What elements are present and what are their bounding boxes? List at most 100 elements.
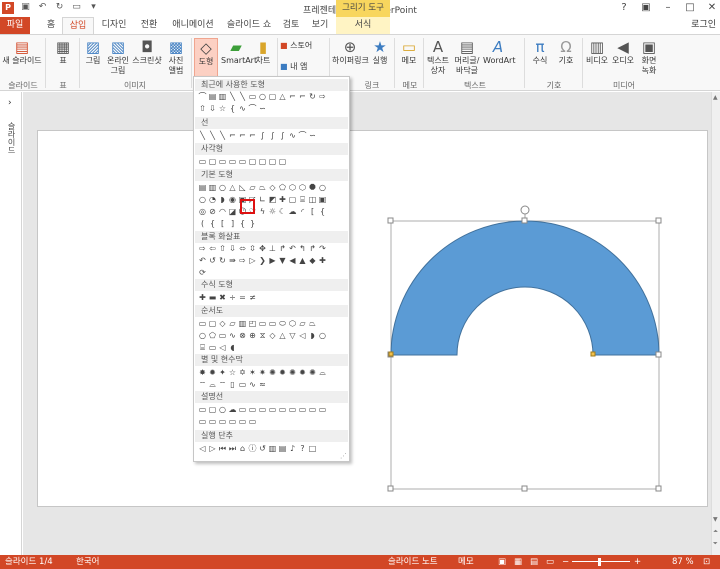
- snip-round-rect-icon[interactable]: ▢: [248, 157, 257, 166]
- curved-ribbon-down-icon[interactable]: ⌔: [218, 380, 227, 389]
- star-icon[interactable]: ☆: [218, 104, 227, 113]
- star10-icon[interactable]: ✺: [268, 368, 277, 377]
- ribbon-down-icon[interactable]: ⌔: [198, 380, 207, 389]
- header-footer-button[interactable]: ▤ 머리글/ 바닥글: [452, 38, 482, 76]
- terminator-icon[interactable]: ⬭: [278, 319, 287, 328]
- equation-button[interactable]: π 수식: [529, 38, 551, 66]
- chord-icon[interactable]: ◗: [218, 195, 227, 204]
- heptagon-icon[interactable]: ⬡: [298, 183, 307, 192]
- resize-handle[interactable]: [521, 485, 528, 492]
- new-slide-button[interactable]: ▤ 새 슬라이드: [2, 38, 42, 66]
- elbow-arrow-icon[interactable]: ⌐: [298, 92, 307, 101]
- magnetic-disk-icon[interactable]: ⌸: [198, 343, 207, 352]
- down-arrow-icon[interactable]: ⇩: [208, 104, 217, 113]
- star16-icon[interactable]: ✺: [288, 368, 297, 377]
- chevron-icon[interactable]: ❯: [258, 256, 267, 265]
- manual-input-icon[interactable]: ▱: [298, 319, 307, 328]
- action-return-icon[interactable]: ↺: [258, 444, 267, 453]
- block-arc-shape[interactable]: [390, 220, 660, 356]
- diagonal-stripe-icon[interactable]: ◩: [268, 195, 277, 204]
- star7-icon[interactable]: ✶: [248, 368, 257, 377]
- summing-junction-icon[interactable]: ⊗: [238, 331, 247, 340]
- picture-button[interactable]: ▨ 그림: [82, 38, 104, 66]
- up-arrow-icon[interactable]: ⇧: [198, 104, 207, 113]
- flowchart-extra-icon[interactable]: ◖: [228, 343, 237, 352]
- login-link[interactable]: 로그인: [691, 17, 716, 34]
- block-arc-icon[interactable]: ◠: [218, 207, 227, 216]
- vertical-textbox-icon[interactable]: ▥: [208, 183, 217, 192]
- comment-button[interactable]: ▭ 메모: [398, 38, 420, 66]
- action-blank-icon[interactable]: □: [308, 444, 317, 453]
- star32-icon[interactable]: ✺: [308, 368, 317, 377]
- rect-callout-icon[interactable]: ▭: [198, 405, 207, 414]
- screenshot-button[interactable]: ◘ 스크린샷: [131, 38, 163, 66]
- textbox-shape-icon[interactable]: ▤: [208, 92, 217, 101]
- bent-up-arrow-icon[interactable]: ↱: [308, 244, 317, 253]
- not-equal-icon[interactable]: ≠: [248, 293, 257, 302]
- action-home-icon[interactable]: ⌂: [238, 444, 247, 453]
- resize-handle[interactable]: [387, 485, 394, 492]
- snip-rect-icon[interactable]: ▭: [238, 157, 247, 166]
- delay-icon[interactable]: ◗: [308, 331, 317, 340]
- reading-view-icon[interactable]: ▤: [530, 555, 538, 569]
- elbow-connector-icon[interactable]: ⌐: [228, 131, 237, 140]
- shapes-button[interactable]: ◇ 도형: [194, 38, 218, 78]
- textbox-shape-icon[interactable]: ▤: [198, 183, 207, 192]
- quad-arrow-icon[interactable]: ✥: [258, 244, 267, 253]
- divide-icon[interactable]: ÷: [228, 293, 237, 302]
- up-callout-arrow-icon[interactable]: ▲: [298, 256, 307, 265]
- collate-icon[interactable]: ⧖: [258, 331, 267, 340]
- left-right-arrow-icon[interactable]: ⬄: [238, 244, 247, 253]
- accent-callout2-icon[interactable]: ▭: [288, 405, 297, 414]
- curved-left-arrow-icon[interactable]: ↶: [198, 256, 207, 265]
- explosion2-icon[interactable]: ✹: [208, 368, 217, 377]
- u-turn-arrow-icon[interactable]: ↶: [288, 244, 297, 253]
- oval-icon[interactable]: ○: [218, 183, 227, 192]
- snip-rect-icon[interactable]: ▭: [218, 157, 227, 166]
- connector-icon[interactable]: ○: [198, 331, 207, 340]
- rounded-rect-icon[interactable]: ▢: [208, 157, 217, 166]
- resize-handle[interactable]: [655, 351, 662, 358]
- multiply-icon[interactable]: ✖: [218, 293, 227, 302]
- multidocument-icon[interactable]: ▭: [268, 319, 277, 328]
- elbow-connector-icon[interactable]: ⌐: [288, 92, 297, 101]
- moon-icon[interactable]: ☾: [278, 207, 287, 216]
- punched-tape-icon[interactable]: ∿: [228, 331, 237, 340]
- or-icon[interactable]: ⊕: [248, 331, 257, 340]
- left-bracket-icon[interactable]: [: [218, 219, 227, 228]
- screen-recording-button[interactable]: ▣ 화면 녹화: [637, 38, 661, 76]
- octagon-icon[interactable]: ⯃: [308, 183, 317, 192]
- up-arrow-icon[interactable]: ⇧: [218, 244, 227, 253]
- circular-arrow-icon[interactable]: ⟳: [198, 268, 207, 277]
- border-callout4-icon[interactable]: ▭: [218, 417, 227, 426]
- double-bracket-icon[interactable]: (: [198, 219, 207, 228]
- double-arrow-line-icon[interactable]: ╲: [218, 131, 227, 140]
- slideshow-view-icon[interactable]: ▭: [546, 555, 554, 569]
- arrow-line-icon[interactable]: ╲: [238, 92, 247, 101]
- oval-callout-icon[interactable]: ○: [218, 405, 227, 414]
- curve-icon[interactable]: ∿: [288, 131, 297, 140]
- down-arrow-icon[interactable]: ⇩: [228, 244, 237, 253]
- cloud-icon[interactable]: ☁: [288, 207, 297, 216]
- resize-handle[interactable]: [521, 217, 528, 224]
- freeform-icon[interactable]: ⌒: [298, 131, 307, 140]
- data-icon[interactable]: ▱: [228, 319, 237, 328]
- chart-button[interactable]: ▮ 차트: [252, 38, 274, 66]
- zoom-in-icon[interactable]: +: [634, 555, 641, 569]
- resize-handle[interactable]: [655, 217, 662, 224]
- dodecagon-icon[interactable]: ○: [198, 195, 207, 204]
- tab-design[interactable]: 디자인: [98, 17, 130, 34]
- action-movie-icon[interactable]: ▥: [268, 444, 277, 453]
- comments-button[interactable]: 메모: [458, 555, 474, 569]
- line-callout2-icon[interactable]: ▭: [248, 405, 257, 414]
- accent-callout3-icon[interactable]: ▭: [298, 405, 307, 414]
- accent-callout-icon[interactable]: ▭: [278, 405, 287, 414]
- left-right-callout-icon[interactable]: ◆: [308, 256, 317, 265]
- rotation-handle[interactable]: [520, 205, 530, 215]
- maximize-icon[interactable]: □: [684, 2, 696, 13]
- star8-icon[interactable]: ✷: [258, 368, 267, 377]
- border-callout2-icon[interactable]: ▭: [198, 417, 207, 426]
- resize-handle[interactable]: [387, 217, 394, 224]
- pentagon-icon[interactable]: ⬠: [278, 183, 287, 192]
- vertical-scrollbar[interactable]: ▲ ▼ ⏶ ⏷: [711, 92, 720, 555]
